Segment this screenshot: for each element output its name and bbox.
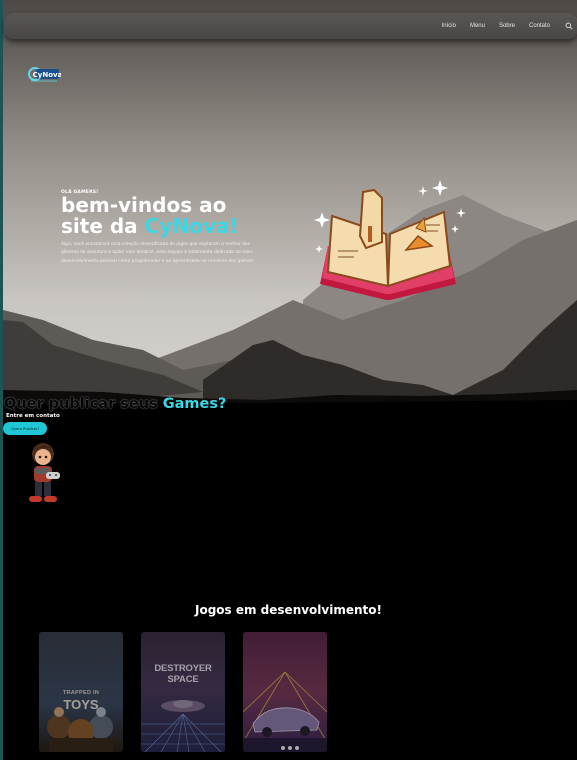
carousel-dot[interactable] bbox=[281, 746, 285, 750]
publish-title: Quer publicar seus Games? bbox=[4, 396, 226, 412]
nav-links: Início Menu Sobre Contato bbox=[442, 13, 577, 39]
magic-book-icon bbox=[314, 180, 466, 300]
nav-link-menu[interactable]: Menu bbox=[470, 23, 485, 29]
hero-title: bem-vindos ao site da CyNova! bbox=[61, 195, 261, 237]
game-card-racing[interactable] bbox=[243, 632, 327, 752]
game-card-caption-top: TRAPPED IN bbox=[62, 690, 100, 696]
game-card-destroyer-space[interactable]: DESTROYER SPACE bbox=[141, 632, 225, 752]
game-card-art bbox=[141, 632, 225, 752]
publish-button[interactable]: Quero Publicar! bbox=[3, 422, 47, 435]
carousel-dots bbox=[281, 746, 299, 750]
logo-text: CyNova bbox=[33, 71, 61, 79]
hero-description: Aqui, você encontrará uma coleção divers… bbox=[61, 242, 254, 264]
nav-link-inicio[interactable]: Início bbox=[442, 23, 456, 29]
contact-label: Entre em contato bbox=[6, 413, 60, 419]
nav-link-sobre[interactable]: Sobre bbox=[499, 23, 515, 29]
hero-title-line2: site da CyNova! bbox=[61, 216, 261, 237]
nav-link-contato[interactable]: Contato bbox=[529, 23, 550, 29]
gamer-character-icon bbox=[29, 443, 60, 502]
game-card-art bbox=[243, 632, 327, 752]
navbar: Início Menu Sobre Contato bbox=[4, 13, 577, 39]
page: Início Menu Sobre Contato CyNova OLÁ GAM… bbox=[0, 0, 577, 760]
game-card-trapped-in-toys[interactable]: TRAPPED IN TOYS bbox=[39, 632, 123, 752]
publish-title-accent: Games? bbox=[162, 396, 227, 412]
hero-title-line1: bem-vindos ao bbox=[61, 193, 227, 217]
hero-title-prefix: site da bbox=[61, 214, 145, 238]
carousel-dot[interactable] bbox=[295, 746, 299, 750]
cynova-logo[interactable]: CyNova bbox=[27, 64, 61, 84]
hero-title-accent: CyNova! bbox=[144, 214, 239, 238]
publish-title-prefix: Quer publicar seus bbox=[4, 396, 163, 412]
carousel-dot[interactable] bbox=[288, 746, 292, 750]
game-card-caption: TOYS bbox=[63, 697, 99, 712]
game-card-caption: DESTROYER SPACE bbox=[154, 663, 212, 685]
search-icon[interactable] bbox=[564, 21, 574, 31]
left-edge-bar bbox=[0, 0, 3, 760]
games-section-title: Jogos em desenvolvimento! bbox=[195, 603, 382, 617]
